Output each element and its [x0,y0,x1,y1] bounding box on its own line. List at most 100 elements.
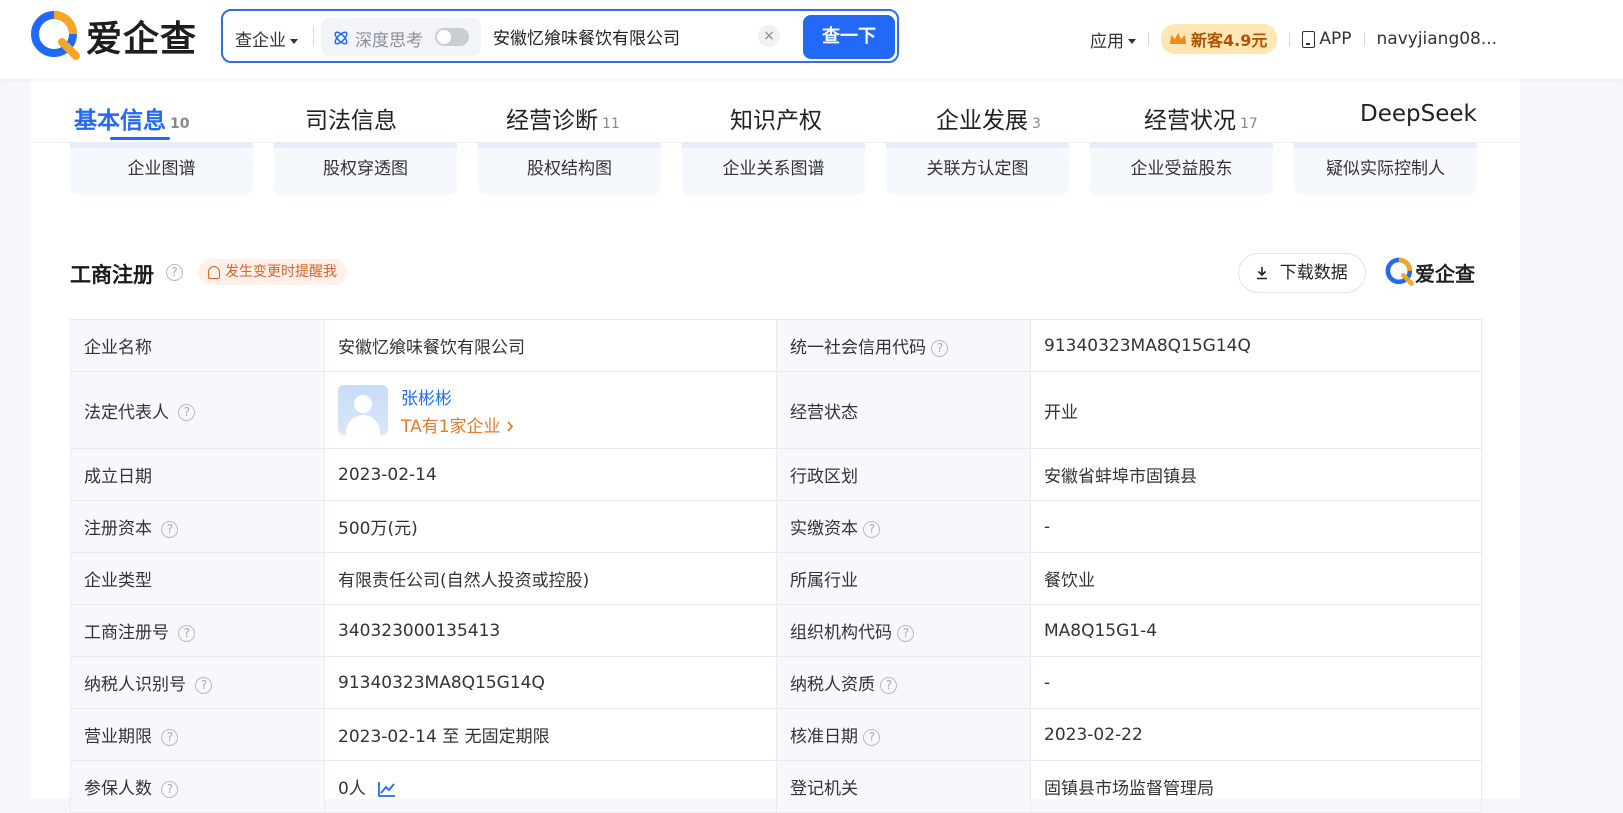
tab-ip[interactable]: 知识产权 [730,101,822,135]
divider [313,26,314,46]
tab-operations[interactable]: 经营状况 17 [1144,101,1258,135]
trend-chart-icon[interactable] [377,781,396,797]
tab-judicial[interactable]: 司法信息 [305,101,397,135]
promo-label: 新客4.9元 [1191,31,1268,50]
field-label: 注册资本 ? [70,500,325,553]
field-value: 2023-02-14 至 无固定期限 [324,708,777,761]
field-label: 登记机关 [776,760,1031,813]
tab-label: 知识产权 [730,108,822,134]
download-data-button[interactable]: 下载数据 [1238,253,1366,293]
help-icon[interactable]: ? [161,780,179,798]
field-value: 有限责任公司(自然人投资或控股) [324,552,777,605]
field-label: 营业期限 ? [70,708,325,761]
tab-deepseek[interactable]: DeepSeek [1360,101,1477,127]
apps-menu[interactable]: 应用 [1090,27,1136,52]
field-label-text: 组织机构代码 [790,623,892,643]
tab-label: 企业发展 [936,108,1028,134]
graph-card[interactable]: 疑似实际控制人 [1294,143,1477,195]
tab-basic-info[interactable]: 基本信息 10 [74,101,189,135]
phone-icon [1302,30,1316,48]
registration-table: 企业名称 安徽忆飨味餐饮有限公司 统一社会信用代码 ? 91340323MA8Q… [70,319,1482,813]
field-label-text: 参保人数 [84,779,152,799]
help-icon[interactable]: ? [931,339,949,357]
field-label-text: 核准日期 [790,727,858,747]
field-label-text: 统一社会信用代码 [790,338,926,358]
section-header: 工商注册 ? 发生变更时提醒我 下载数据 爱企查 [70,247,1482,293]
table-row: 参保人数 ? 0人 登记机关 固镇县市场监督管理局 [70,760,1482,813]
deep-think-toggle[interactable]: 深度思考 [321,18,481,56]
username[interactable]: navyjiang08... [1377,29,1498,49]
graph-card[interactable]: 股权结构图 [478,143,661,195]
field-value: 安徽忆飨味餐饮有限公司 [324,319,777,372]
remind-label: 发生变更时提醒我 [225,264,337,280]
help-icon[interactable]: ? [178,404,196,421]
promo-badge[interactable]: 新客4.9元 [1161,24,1278,54]
field-value: 0人 [324,760,777,813]
field-label: 企业名称 [70,319,325,372]
field-label: 企业类型 [70,552,325,605]
deep-think-label: 深度思考 [355,31,423,51]
legal-rep-cell: 张彬彬 TA有1家企业 [324,371,777,449]
crown-icon [1170,33,1186,44]
app-link[interactable]: APP [1302,29,1352,49]
field-label-text: 法定代表人 [84,402,169,423]
deep-think-switch[interactable] [435,28,469,46]
tab-diagnosis[interactable]: 经营诊断 11 [506,101,620,135]
table-row: 营业期限 ? 2023-02-14 至 无固定期限 核准日期 ? 2023-02… [70,708,1482,761]
avatar[interactable] [338,385,388,435]
field-value: 340323000135413 [324,604,777,657]
search-input[interactable] [493,22,763,50]
help-icon[interactable]: ? [161,728,179,746]
search-type-select[interactable]: 查企业 [235,26,298,51]
watermark-text: 爱企查 [1415,261,1475,286]
main-panel: 基本信息 10 司法信息 经营诊断 11 知识产权 企业发展 3 经营状况 17 Dee… [30,79,1520,813]
graph-card[interactable]: 企业图谱 [70,143,253,195]
divider [1148,32,1149,46]
field-value: 91340323MA8Q15G14Q [1030,319,1482,372]
legal-rep-name[interactable]: 张彬彬 [401,384,514,409]
help-icon[interactable]: ? [880,676,898,694]
help-icon[interactable]: ? [166,264,183,281]
field-value: - [1030,500,1482,553]
field-value: 91340323MA8Q15G14Q [324,656,777,709]
field-label: 行政区划 [776,448,1031,501]
legal-rep-companies-link[interactable]: TA有1家企业 [401,412,514,437]
help-icon[interactable]: ? [897,624,915,642]
download-label: 下载数据 [1279,263,1348,283]
section-title: 工商注册 [70,263,154,287]
help-icon[interactable]: ? [863,520,881,538]
user-nav: 应用 新客4.9元 APP navyjiang08... [1090,24,1497,54]
field-value: 开业 [1030,371,1482,449]
field-label: 成立日期 [70,448,325,501]
divider [1363,32,1365,46]
clear-search-button[interactable]: × [758,25,780,47]
section-tabs: 基本信息 10 司法信息 经营诊断 11 知识产权 企业发展 3 经营状况 17 Dee… [30,79,1520,143]
graph-card[interactable]: 企业关系图谱 [682,143,865,195]
table-row: 注册资本 ? 500万(元) 实缴资本 ? - [70,500,1482,553]
field-value: 安徽省蚌埠市固镇县 [1030,448,1482,501]
active-tab-indicator [110,137,170,140]
help-icon[interactable]: ? [195,676,213,694]
tab-count: 10 [170,116,190,132]
chevron-down-icon [1128,39,1136,44]
legal-rep-link-text: TA有1家企业 [401,416,501,437]
tab-label: 经营状况 [1144,108,1236,134]
table-row: 纳税人识别号 ? 91340323MA8Q15G14Q 纳税人资质 ? - [70,656,1482,709]
graph-card[interactable]: 关联方认定图 [886,143,1069,195]
search-box: 查企业 深度思考 × 查一下 [221,9,899,63]
help-icon[interactable]: ? [178,624,196,642]
change-remind-button[interactable]: 发生变更时提醒我 [198,259,347,285]
field-label-text: 营业期限 [84,727,152,747]
logo[interactable]: 爱企查 [30,10,197,62]
field-label: 统一社会信用代码 ? [776,319,1031,372]
search-button[interactable]: 查一下 [803,15,895,59]
tab-development[interactable]: 企业发展 3 [936,101,1041,135]
chevron-down-icon [290,38,298,44]
help-icon[interactable]: ? [863,728,881,746]
help-icon[interactable]: ? [161,520,179,538]
graph-card[interactable]: 股权穿透图 [274,143,457,195]
field-label-text: 实缴资本 [790,519,858,539]
search-type-label: 查企业 [235,31,286,51]
graph-card[interactable]: 企业受益股东 [1090,143,1273,195]
divider [1289,32,1291,46]
